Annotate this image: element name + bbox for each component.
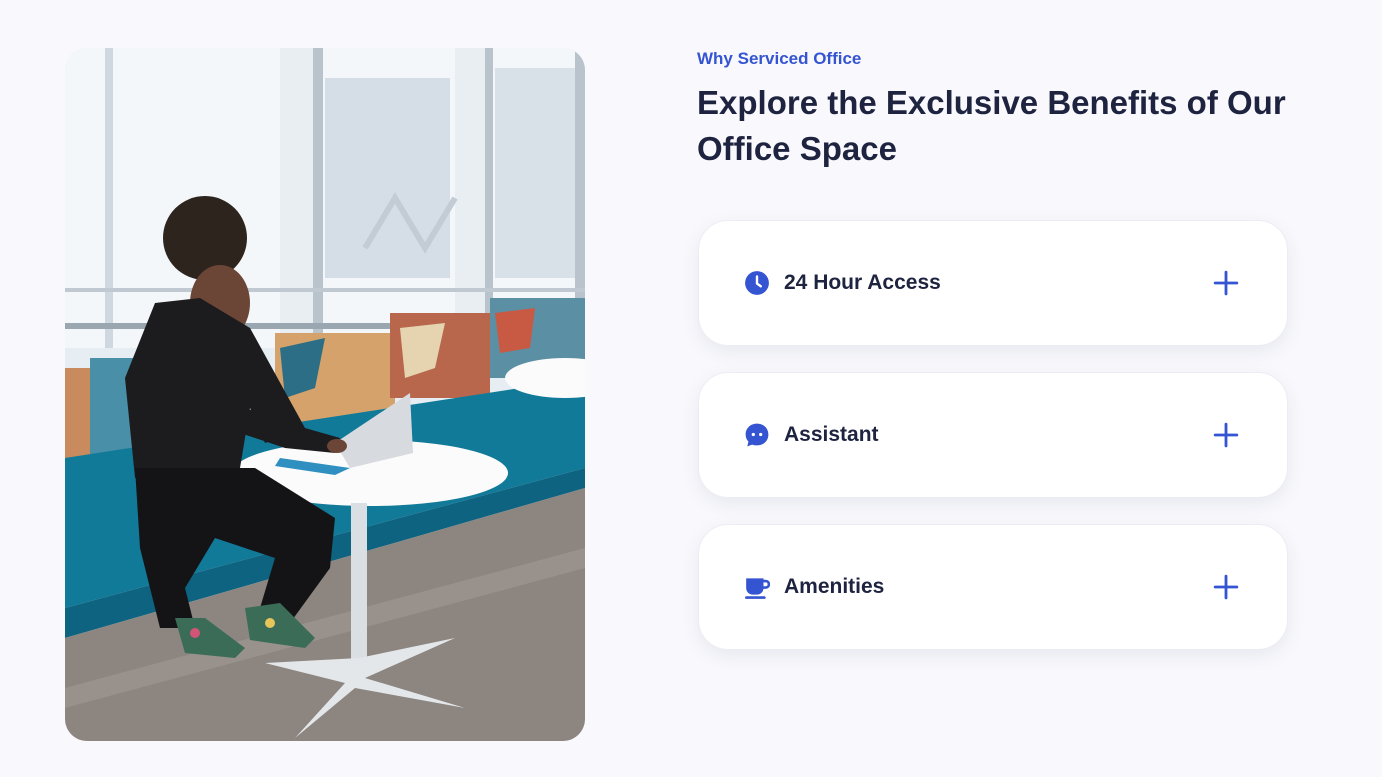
accordion-item-assistant[interactable]: Assistant <box>698 372 1288 498</box>
section-title: Explore the Exclusive Benefits of Our Of… <box>697 84 1286 167</box>
plus-icon[interactable] <box>1212 421 1240 449</box>
plus-icon[interactable] <box>1212 573 1240 601</box>
office-lounge-illustration <box>65 48 585 741</box>
accordion-item-label: Amenities <box>784 575 885 598</box>
accordion-item-24-hour-access[interactable]: 24 Hour Access <box>698 220 1288 346</box>
accordion-item-label: 24 Hour Access <box>784 271 941 294</box>
coffee-cup-icon <box>744 574 770 600</box>
plus-icon[interactable] <box>1212 269 1240 297</box>
clock-icon <box>744 270 770 296</box>
accordion-item-label: Assistant <box>784 423 879 446</box>
chat-bubble-icon <box>744 422 770 448</box>
section-eyebrow: Why Serviced Office <box>697 49 862 68</box>
accordion-item-amenities[interactable]: Amenities <box>698 524 1288 650</box>
benefits-accordion: 24 Hour Access Assistant Amenities <box>698 220 1288 676</box>
hero-photo <box>65 48 585 741</box>
